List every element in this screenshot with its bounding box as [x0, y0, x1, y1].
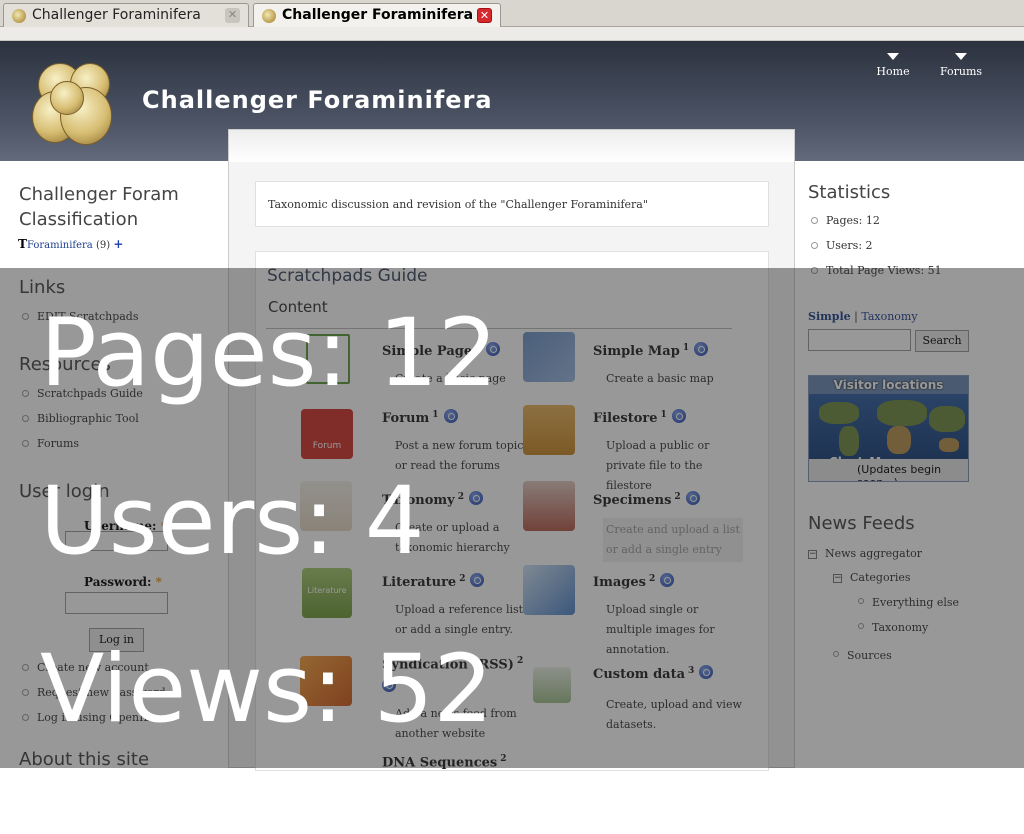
nav-forums-label: Forums — [939, 65, 983, 78]
nav-home-label: Home — [876, 65, 910, 78]
favicon-icon — [262, 9, 276, 23]
site-mission: Taxonomic discussion and revision of the… — [255, 181, 769, 227]
site-title[interactable]: Challenger Foraminifera — [142, 86, 493, 114]
overlay-line: Users: 4 — [40, 467, 425, 576]
site-logo[interactable] — [30, 59, 116, 149]
taxon-count: (9) — [95, 240, 111, 251]
classification-title: Challenger Foram Classification — [19, 184, 179, 230]
expand-plus-icon[interactable]: + — [113, 237, 123, 251]
browser-tab-active[interactable]: Challenger Foraminifera ✕ — [253, 3, 501, 27]
nav-forums[interactable]: Forums — [938, 53, 984, 78]
overlay-line: Pages: 12 — [40, 299, 498, 408]
close-tab-icon[interactable]: ✕ — [477, 8, 492, 23]
tab-label: Challenger Foraminifera — [282, 7, 474, 23]
favicon-icon — [12, 9, 26, 23]
stat-item: Users: 2 — [808, 239, 942, 264]
close-tab-icon[interactable]: ✕ — [225, 8, 240, 23]
arrow-down-icon — [955, 53, 967, 60]
browser-tab-bar: Challenger Foraminifera ✕ Challenger For… — [0, 0, 1024, 27]
taxon-link[interactable]: Foraminifera — [27, 240, 93, 251]
statistics-title: Statistics — [808, 182, 891, 203]
main-top-bar — [229, 130, 794, 162]
overlay-line: Views: 52 — [40, 635, 494, 744]
browser-toolbar-strip — [0, 27, 1024, 41]
arrow-down-icon — [887, 53, 899, 60]
tab-label: Challenger Foraminifera — [32, 7, 201, 23]
browser-tab[interactable]: Challenger Foraminifera ✕ — [3, 3, 249, 27]
overlay-stats: Pages: 12 Users: 4 Views: 52 — [40, 270, 498, 774]
stat-item: Pages: 12 — [808, 214, 942, 239]
nav-home[interactable]: Home — [873, 53, 913, 78]
tree-node-icon: T — [18, 237, 27, 251]
taxonomy-tree-item[interactable]: TForaminifera (9) + — [18, 237, 123, 251]
